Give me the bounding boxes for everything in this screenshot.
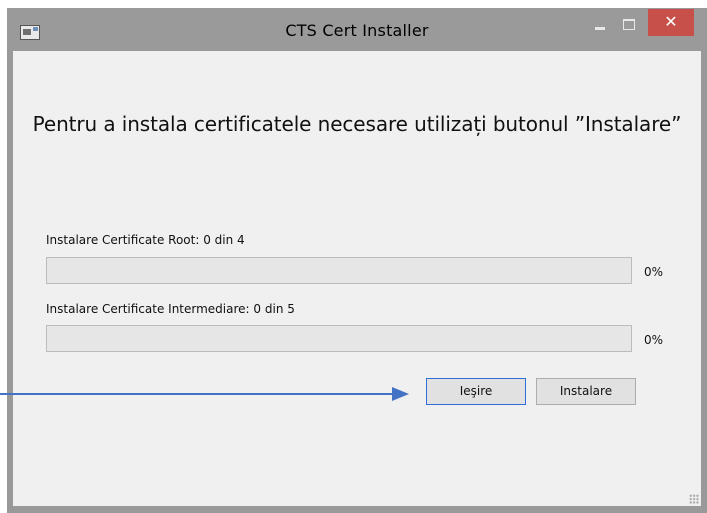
intermediate-percent: 0%	[644, 333, 664, 347]
title-bar[interactable]: CTS Cert Installer ✕	[7, 8, 707, 51]
exit-button[interactable]: Ieşire	[426, 378, 526, 405]
root-progress-bar	[46, 257, 632, 284]
intermediate-label-text: Instalare Certificate Intermediare:	[46, 302, 250, 316]
application-window: CTS Cert Installer ✕ Pentru a instala ce…	[7, 8, 707, 513]
instructions-heading: Pentru a instala certificatele necesare …	[32, 112, 682, 136]
intermediate-count: 0 din 5	[253, 302, 295, 316]
annotation-arrow	[0, 387, 409, 401]
root-percent: 0%	[644, 265, 664, 279]
intermediate-certificates-label: Instalare Certificate Intermediare: 0 di…	[46, 302, 295, 316]
minimize-button[interactable]	[587, 15, 614, 35]
root-label-text: Instalare Certificate Root:	[46, 233, 200, 247]
close-icon: ✕	[664, 12, 678, 31]
intermediate-progress-bar	[46, 325, 632, 352]
resize-grip[interactable]	[689, 494, 699, 504]
root-certificates-label: Instalare Certificate Root: 0 din 4	[46, 233, 245, 247]
install-button[interactable]: Instalare	[536, 378, 636, 405]
minimize-icon	[595, 27, 605, 30]
root-count: 0 din 4	[203, 233, 245, 247]
close-button[interactable]: ✕	[648, 9, 694, 36]
maximize-icon	[623, 19, 635, 30]
maximize-button[interactable]	[615, 15, 642, 35]
main-panel: Pentru a instala certificatele necesare …	[13, 51, 701, 506]
